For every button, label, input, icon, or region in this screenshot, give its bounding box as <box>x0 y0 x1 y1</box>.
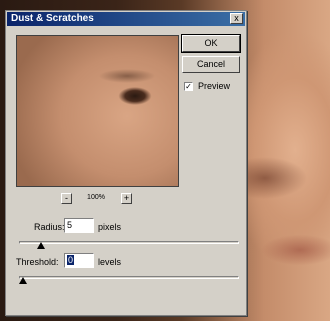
zoom-level: 100% <box>87 194 105 201</box>
radius-unit: pixels <box>98 222 122 232</box>
radius-slider-thumb[interactable] <box>36 242 45 249</box>
zoom-in-button[interactable]: + <box>121 193 132 204</box>
radius-label: Radius: <box>34 222 65 232</box>
close-button[interactable]: x <box>230 13 243 24</box>
threshold-unit: levels <box>98 257 122 267</box>
threshold-value: 0 <box>67 255 75 265</box>
dialog-title: Dust & Scratches <box>11 13 94 24</box>
radius-input[interactable]: 5 <box>64 218 94 233</box>
preview-checkbox[interactable]: ✓ <box>184 82 193 91</box>
threshold-slider-track[interactable] <box>19 276 239 279</box>
threshold-label: Threshold: <box>16 257 59 267</box>
threshold-slider-thumb[interactable] <box>19 277 27 284</box>
radius-slider-track[interactable] <box>19 241 239 244</box>
ok-button[interactable]: OK <box>181 34 241 53</box>
close-icon: x <box>234 13 239 23</box>
title-bar[interactable]: Dust & Scratches x <box>7 12 245 26</box>
preview-label: Preview <box>198 81 231 91</box>
zoom-out-button[interactable]: - <box>61 193 72 204</box>
plus-icon: + <box>123 193 130 203</box>
filter-preview-image[interactable] <box>16 35 179 187</box>
checkmark-icon: ✓ <box>185 82 192 91</box>
cancel-button[interactable]: Cancel <box>182 56 240 73</box>
threshold-input[interactable]: 0 <box>64 253 94 268</box>
minus-icon: - <box>65 193 68 203</box>
dust-and-scratches-dialog: Dust & Scratches x - 100% + OK Cancel ✓ … <box>5 10 247 316</box>
